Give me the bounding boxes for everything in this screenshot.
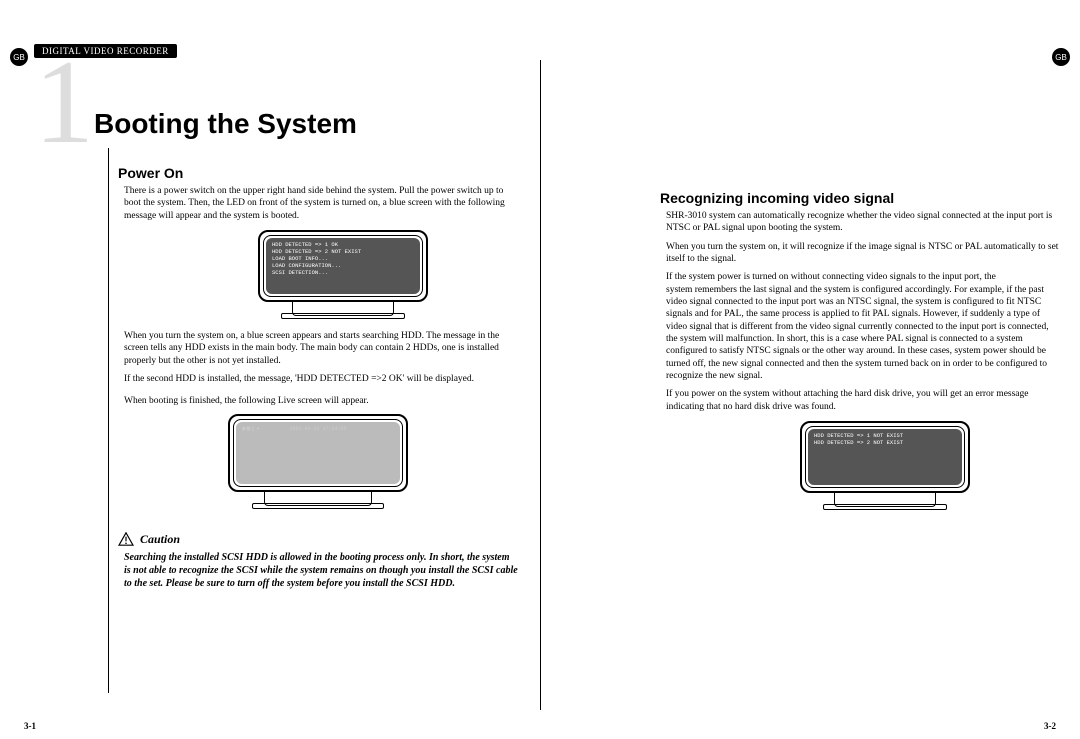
- right-content: Recognizing incoming video signal SHR-30…: [660, 190, 1060, 521]
- lang-badge-left: GB: [10, 48, 28, 66]
- monitor-illustration-error: HDD DETECTED => 1 NOT EXIST HDD DETECTED…: [800, 421, 970, 513]
- caution-block: Caution Searching the installed SCSI HDD…: [118, 532, 518, 590]
- monitor-illustration-boot: HDD DETECTED => 1 OK HDD DETECTED => 2 N…: [258, 230, 428, 322]
- monitor-illustration-live: ◉▦▯◂ 2001-09-15 17:14:55: [228, 414, 408, 514]
- live-screen: ◉▦▯◂ 2001-09-15 17:14:55: [236, 422, 400, 484]
- page-number-left: 3-1: [24, 721, 36, 731]
- section-title-video-signal: Recognizing incoming video signal: [660, 190, 1060, 206]
- paragraph: When you turn the system on, a blue scre…: [124, 330, 518, 367]
- document-spread: GB DIGITAL VIDEO RECORDER 1 Booting the …: [0, 0, 1080, 739]
- section-title-power-on: Power On: [118, 165, 518, 181]
- caution-text: Searching the installed SCSI HDD is allo…: [124, 551, 518, 590]
- paragraph: When booting is finished, the following …: [124, 395, 518, 407]
- error-screen-text: HDD DETECTED => 1 NOT EXIST HDD DETECTED…: [808, 429, 962, 485]
- paragraph: system remembers the last signal and the…: [666, 284, 1060, 383]
- caution-label: Caution: [140, 532, 180, 547]
- caution-icon: [118, 532, 134, 546]
- chapter-title: Booting the System: [94, 108, 357, 140]
- page-number-right: 3-2: [1044, 721, 1056, 731]
- page-left: GB DIGITAL VIDEO RECORDER 1 Booting the …: [0, 0, 540, 739]
- left-content: Power On There is a power switch on the …: [118, 165, 518, 590]
- paragraph: If the system power is turned on without…: [666, 271, 1060, 283]
- live-status-icons: ◉▦▯◂: [242, 425, 260, 433]
- lang-badge-right: GB: [1052, 48, 1070, 66]
- center-divider: [540, 60, 541, 710]
- live-timestamp: 2001-09-15 17:14:55: [289, 426, 346, 432]
- paragraph: If the second HDD is installed, the mess…: [124, 373, 518, 385]
- paragraph: There is a power switch on the upper rig…: [124, 185, 518, 222]
- page-right: GB Recognizing incoming video signal SHR…: [540, 0, 1080, 739]
- paragraph: When you turn the system on, it will rec…: [666, 241, 1060, 266]
- chapter-number: 1: [34, 42, 94, 162]
- boot-screen-text: HDD DETECTED => 1 OK HDD DETECTED => 2 N…: [266, 238, 420, 294]
- paragraph: SHR-3010 system can automatically recogn…: [666, 210, 1060, 235]
- vertical-rule: [108, 148, 109, 693]
- paragraph: If you power on the system without attac…: [666, 388, 1060, 413]
